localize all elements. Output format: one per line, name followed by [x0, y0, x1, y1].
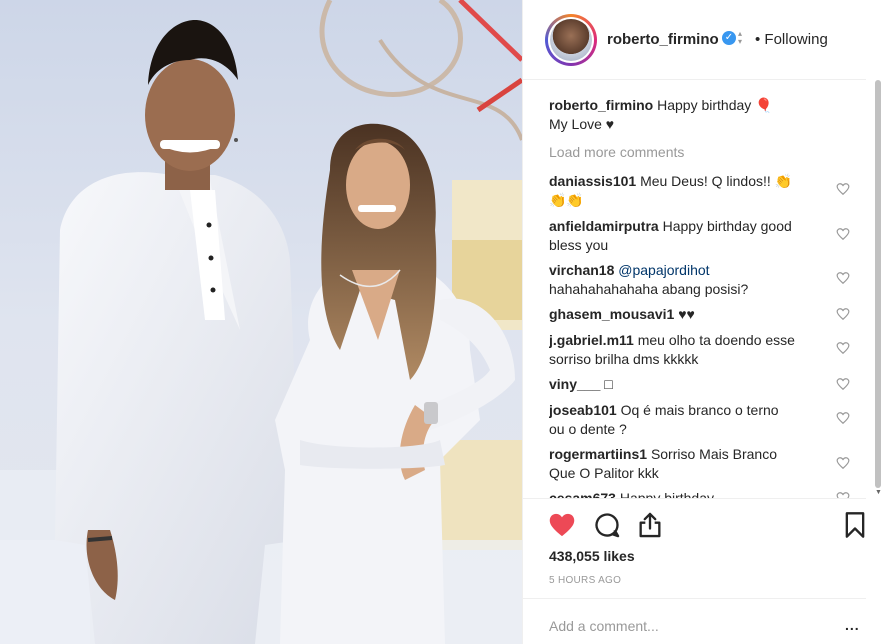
comment-username[interactable]: daniassis101 [549, 173, 636, 189]
comments-list: roberto_firmino Happy birthday 🎈 My Love… [549, 88, 866, 498]
comment-text: □ [604, 376, 613, 392]
comment-text-line2: 👏👏 [549, 192, 584, 208]
like-heart-icon[interactable] [548, 511, 576, 539]
caption-text-line1: Happy birthday 🎈 [657, 97, 773, 113]
comment-username[interactable]: virchan18 [549, 262, 614, 278]
comment-text: ♥♥ [678, 306, 695, 322]
comment-item: rogermartiins1 Sorriso Mais Branco Que O… [549, 445, 829, 483]
load-more-comments-button[interactable]: Load more comments [549, 144, 684, 160]
post-details-panel: roberto_firmino ✓ ▴ ▾ • Following roberto… [522, 0, 881, 644]
share-icon[interactable] [636, 511, 664, 539]
comment-text-line2: hahahahahahaha abang posisi? [549, 281, 749, 297]
comment-like-heart-icon[interactable] [836, 377, 850, 391]
comment-like-heart-icon[interactable] [836, 182, 850, 196]
comments-scrollbar[interactable]: ▼ [874, 80, 881, 500]
scrollbar-thumb[interactable] [875, 80, 881, 488]
caption: roberto_firmino Happy birthday 🎈 My Love… [549, 96, 829, 134]
verified-check-icon: ✓ [722, 31, 736, 45]
comment-username[interactable]: anfieldamirputra [549, 218, 659, 234]
save-bookmark-icon[interactable] [841, 511, 869, 539]
caption-text-line2: My Love ♥ [549, 116, 615, 132]
photo-illustration [0, 0, 522, 644]
comment-text-line2: ou o dente ? [549, 421, 627, 437]
comment-text-line2: sorriso brilha dms kkkkk [549, 351, 699, 367]
comment-item: anfieldamirputra Happy birthday good ble… [549, 217, 829, 255]
comment-mention[interactable]: @papajordihot [618, 262, 709, 278]
comment-like-heart-icon[interactable] [836, 341, 850, 355]
comment-username[interactable]: joseab101 [549, 402, 617, 418]
scroll-down-arrow-icon[interactable]: ▼ [875, 489, 881, 496]
comment-text: Sorriso Mais Branco [650, 446, 777, 462]
comment-username[interactable]: j.gabriel.m11 [549, 332, 634, 348]
header-username[interactable]: roberto_firmino [607, 31, 719, 48]
comment-like-heart-icon[interactable] [836, 227, 850, 241]
comment-like-heart-icon[interactable] [836, 456, 850, 470]
avatar-image [550, 19, 592, 61]
comment-item: ghasem_mousavi1 ♥♥ [549, 305, 829, 324]
comment-item: viny___ □ [549, 375, 829, 394]
instagram-post-view: roberto_firmino ✓ ▴ ▾ • Following roberto… [0, 0, 881, 644]
comment-like-heart-icon[interactable] [836, 307, 850, 321]
comment-text-line2: bless you [549, 237, 609, 253]
comment-item: daniassis101 Meu Deus! Q lindos!! 👏 👏👏 [549, 172, 829, 210]
comment-username[interactable]: cesam673 [549, 490, 616, 498]
avatar-frame [548, 17, 594, 63]
comment-bubble-icon[interactable] [593, 511, 621, 539]
comment-text: Oq é mais branco o terno [620, 402, 779, 418]
comment-item: j.gabriel.m11 meu olho ta doendo esse so… [549, 331, 829, 369]
comment-item: joseab101 Oq é mais branco o terno ou o … [549, 401, 829, 439]
comment-like-heart-icon[interactable] [836, 411, 850, 425]
post-photo[interactable] [0, 0, 522, 644]
more-options-button[interactable]: ... [845, 617, 860, 633]
comment-text: meu olho ta doendo esse [637, 332, 795, 348]
comment-text-line2: Que O Palitor kkk [549, 465, 659, 481]
comment-username[interactable]: rogermartiins1 [549, 446, 647, 462]
comment-item: cesam673 Happy birthday [549, 489, 829, 498]
comment-username[interactable]: ghasem_mousavi1 [549, 306, 674, 322]
comment-like-heart-icon[interactable] [836, 491, 850, 498]
comment-text: Happy birthday good [662, 218, 792, 234]
avatar[interactable] [545, 14, 597, 66]
comment-text: Meu Deus! Q lindos!! 👏 [640, 173, 793, 189]
likes-count[interactable]: 438,055 likes [549, 548, 635, 564]
post-header: roberto_firmino ✓ ▴ ▾ • Following [523, 0, 866, 80]
caption-username[interactable]: roberto_firmino [549, 97, 653, 113]
sort-arrows-icon: ▴ ▾ [738, 29, 743, 46]
comment-text: Happy birthday [619, 490, 715, 498]
add-comment-input[interactable]: Add a comment... [549, 618, 659, 634]
comment-item: virchan18 @papajordihot hahahahahahaha a… [549, 261, 829, 299]
comment-like-heart-icon[interactable] [836, 271, 850, 285]
following-button[interactable]: • Following [755, 31, 828, 48]
post-actions-bar [523, 498, 866, 550]
add-comment-bar: Add a comment... ... [523, 598, 866, 644]
comment-username[interactable]: viny___ [549, 376, 600, 392]
post-timestamp[interactable]: 5 HOURS AGO [549, 575, 621, 586]
